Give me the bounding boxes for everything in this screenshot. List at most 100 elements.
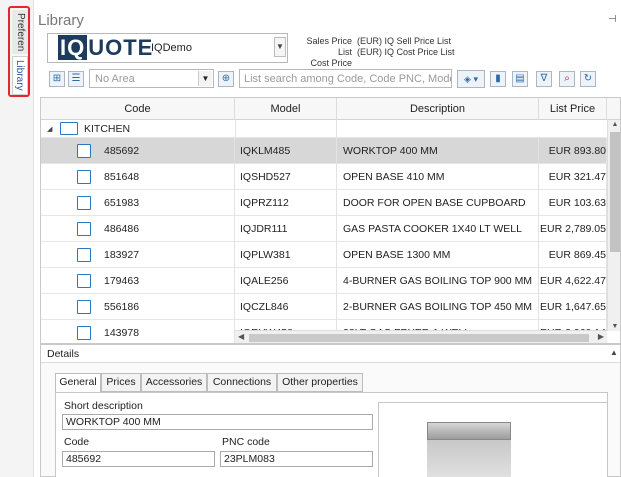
pnc-code-field[interactable]: 23PLM083 [220,451,373,467]
grid-header: Code Model Description List Price [41,98,620,120]
tab-other-properties[interactable]: Other properties [277,373,363,392]
table-row[interactable]: 651983 IQPRZ112 DOOR FOR OPEN BASE CUPBOAR… [41,190,607,216]
table-row[interactable]: 851648 IQSHD527 OPEN BASE 410 MM EUR 321.47 [41,164,607,190]
cell-description: OPEN BASE 410 MM [337,164,539,190]
product-grid: Code Model Description List Price ◢ KITC… [40,97,621,344]
scroll-left-icon[interactable]: ◀ [238,332,244,341]
tab-connections[interactable]: Connections [207,373,277,392]
logo-suffix: UOTE [88,35,154,60]
table-row[interactable]: 485692 IQKLM485 WORKTOP 400 MM EUR 893.80 [41,138,607,164]
column-model[interactable]: Model [235,98,337,120]
pnc-code-label: PNC code [222,436,270,448]
table-row[interactable]: 556186 IQCZL846 2-BURNER GAS BOILING TOP 4… [41,294,607,320]
sales-price-label: Sales Price List [306,36,352,57]
group-model-cell [235,120,337,138]
cost-price-value: (EUR) IQ Cost Price List [357,47,455,57]
area-select-value: No Area [95,73,135,85]
collapse-triangle-icon[interactable]: ◢ [47,125,52,133]
chevron-down-icon: ▼ [198,71,212,86]
cell-model: IQPLW381 [235,242,337,268]
table-row[interactable]: 486486 IQJDR111 GAS PASTA COOKER 1X40 LT W… [41,216,607,242]
cell-description: 4-BURNER GAS BOILING TOP 900 MM [337,268,539,294]
product-image [378,402,608,477]
horizontal-scrollbar[interactable]: ◀ ▶ [235,330,607,343]
scroll-down-icon[interactable]: ▼ [608,323,620,330]
collapse-icon[interactable]: ▲ [610,348,618,357]
tab-prices[interactable]: Prices [101,373,141,392]
scroll-right-icon[interactable]: ▶ [598,332,604,341]
sales-price-value: (EUR) IQ Sell Price List [357,36,452,46]
user-name: IQDemo [151,42,192,54]
cell-description: GAS PASTA COOKER 1X40 LT WELL [337,216,539,242]
details-header: Details ▲ [41,345,620,363]
general-tab-panel: Short description WORKTOP 400 MM Code 48… [55,392,608,477]
tag-filter-icon[interactable]: ◈ ▾ [457,70,485,88]
cell-description: DOOR FOR OPEN BASE CUPBOARD [337,190,539,216]
cell-model: IQSHD527 [235,164,337,190]
workspace-selector[interactable]: IQ UOTE IQDemo [47,33,288,63]
folder-icon [60,122,78,135]
list-view-icon[interactable]: ☰ [68,71,84,87]
zoom-icon[interactable]: ⌕ [559,71,575,87]
cell-model: IQALE256 [235,268,337,294]
column-code[interactable]: Code [41,98,235,120]
price-list-values: (EUR) IQ Sell Price List (EUR) IQ Cost P… [357,36,455,58]
scroll-up-icon[interactable]: ▲ [608,121,620,128]
iquote-logo: IQ UOTE [58,35,153,61]
tree-view-icon[interactable]: ⊞ [49,71,65,87]
short-description-field[interactable]: WORKTOP 400 MM [62,414,373,430]
cell-code: 486486 [41,216,235,242]
column-list-price[interactable]: List Price [539,98,607,120]
cell-list-price: EUR 893.80 [539,138,607,164]
table-row[interactable]: 183927 IQPLW381 OPEN BASE 1300 MM EUR 869.4… [41,242,607,268]
chevron-down-icon[interactable]: ▼ [274,37,286,57]
short-description-label: Short description [64,400,143,412]
table-row[interactable]: 179463 IQALE256 4-BURNER GAS BOILING TOP 9… [41,268,607,294]
tab-general[interactable]: General [55,373,101,393]
filter-icon[interactable]: ∇ [536,71,552,87]
area-select[interactable]: No Area ▼ [89,69,214,88]
cell-list-price: EUR 4,622.47 [539,268,607,294]
cell-code: 556186 [41,294,235,320]
cell-description: OPEN BASE 1300 MM [337,242,539,268]
export-icon[interactable]: ▤ [512,71,528,87]
chart-icon[interactable]: ▮ [490,71,506,87]
cell-model: IQPRZ112 [235,190,337,216]
tab-library[interactable]: Library [12,56,28,95]
panel-title: Library [38,12,84,29]
cell-model: IQJDR111 [235,216,337,242]
cell-model: IQCZL846 [235,294,337,320]
cell-code: 485692 [41,138,235,164]
search-input[interactable] [239,69,452,88]
vertical-scrollbar[interactable]: ▲ ▼ [607,120,620,331]
cell-description: 2-BURNER GAS BOILING TOP 450 MM [337,294,539,320]
cell-list-price: EUR 321.47 [539,164,607,190]
cell-code: 183927 [41,242,235,268]
cell-description: WORKTOP 400 MM [337,138,539,164]
logo-prefix: IQ [58,35,88,60]
cell-list-price: EUR 103.63 [539,190,607,216]
column-description[interactable]: Description [337,98,539,120]
details-title: Details [47,348,80,360]
cell-model: IQKLM485 [235,138,337,164]
worktop-body-shape [427,440,511,477]
cell-list-price: EUR 869.45 [539,242,607,268]
cell-code: 179463 [41,268,235,294]
code-field[interactable]: 485692 [62,451,215,467]
group-label: KITCHEN [84,123,131,135]
code-label: Code [64,436,90,448]
tab-accessories[interactable]: Accessories [141,373,207,392]
refresh-icon[interactable]: ↻ [580,71,596,87]
horizontal-scroll-thumb[interactable] [249,334,589,342]
group-row-kitchen[interactable]: ◢ KITCHEN [41,120,607,138]
vertical-scroll-thumb[interactable] [610,132,620,252]
cell-list-price: EUR 2,789.05 [539,216,607,242]
area-edit-icon[interactable]: ⊕ [218,71,234,87]
cell-code: 143978 [41,320,235,343]
pin-icon[interactable]: ⊣ [608,14,617,25]
side-tab-highlight: Preferen Library [8,6,30,97]
tab-preferences[interactable]: Preferen [12,10,28,54]
details-panel: Details ▲ General Prices Accessories Con… [40,344,621,477]
cell-code: 651983 [41,190,235,216]
side-tab-strip: Preferen Library [0,0,34,477]
